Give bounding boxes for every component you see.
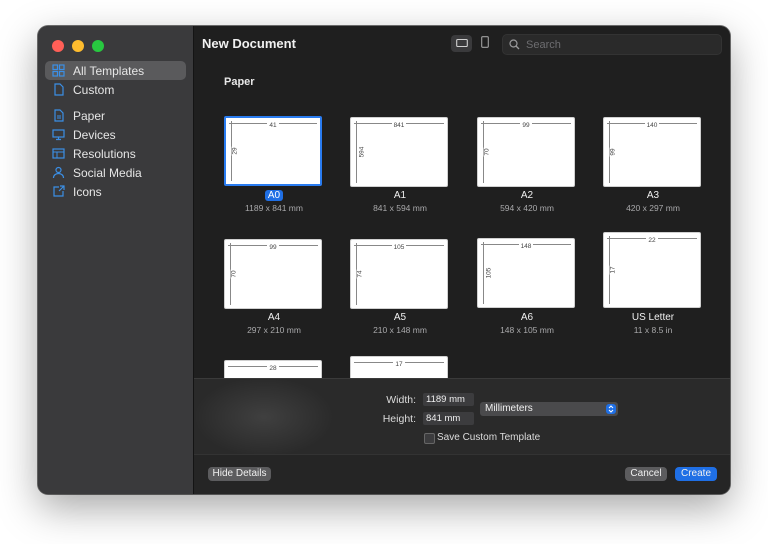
portrait-icon [480,35,490,53]
search-field[interactable]: Search [502,34,722,55]
paper-preview: 41 29 [224,116,322,186]
height-dimension: 17 [609,265,618,275]
sidebar-item-all-templates[interactable]: All Templates [45,61,186,80]
sidebar-item-label: Icons [73,184,102,199]
template-size: 594 x 420 mm [500,203,554,213]
paper-preview: 99 70 [477,117,575,187]
width-dimension: 841 [391,122,407,129]
zoom-button[interactable] [92,40,104,52]
sidebar-item-icons[interactable]: Icons [45,182,186,201]
details-panel: Width: 1189 mm Height: 841 mm Millimeter… [194,378,730,455]
width-dimension: 22 [646,237,658,244]
paper-preview: 148 105 [477,238,575,308]
search-icon [509,39,520,50]
template-name: A6 [520,312,534,323]
sidebar-list: All Templates Custom Paper Devices Resol… [45,61,186,201]
template-name: US Letter [631,312,675,323]
document-icon [52,83,65,96]
width-dimension: 17 [393,361,405,368]
section-title: Paper [224,76,255,88]
toolbar: New Document Search [194,26,730,62]
sidebar-item-label: All Templates [73,63,145,78]
template-size: 148 x 105 mm [500,325,554,335]
create-button[interactable]: Create [675,467,717,481]
template-size: 420 x 297 mm [626,203,680,213]
grid-icon [52,64,65,77]
search-placeholder: Search [526,38,561,51]
paper-preview: 140 99 [603,117,701,187]
sidebar-item-label: Custom [73,82,115,97]
cancel-button[interactable]: Cancel [625,467,667,481]
template-name: A2 [520,190,534,201]
sidebar: All Templates Custom Paper Devices Resol… [38,26,194,494]
width-dimension: 105 [391,244,407,251]
width-dimension: 28 [267,365,279,372]
paper-preview: 28 [224,360,322,378]
units-value: Millimeters [485,403,533,414]
height-dimension: 74 [356,269,365,279]
template-name: A1 [393,190,407,201]
sidebar-item-label: Social Media [73,165,142,180]
save-custom-template-label: Save Custom Template [437,432,541,443]
height-label: Height: [382,413,416,425]
sidebar-item-resolutions[interactable]: Resolutions [45,144,186,163]
width-label: Width: [386,394,416,406]
save-custom-template-checkbox[interactable] [424,433,435,444]
paper-preview: 99 70 [224,239,322,309]
sidebar-item-social-media[interactable]: Social Media [45,163,186,182]
width-dimension: 140 [644,122,660,129]
chevron-up-down-icon [606,404,616,414]
template-size: 297 x 210 mm [247,325,301,335]
template-size: 841 x 594 mm [373,203,427,213]
sidebar-item-label: Paper [73,108,106,123]
width-input[interactable]: 1189 mm [423,393,474,406]
sidebar-item-devices[interactable]: Devices [45,125,186,144]
paper-preview: 17 [350,356,448,378]
sidebar-item-paper[interactable]: Paper [45,106,186,125]
paper-preview: 22 17 [603,232,701,308]
sidebar-item-label: Resolutions [73,146,136,161]
icon-export-icon [52,185,65,198]
portrait-view-button[interactable] [474,35,495,52]
minimize-button[interactable] [72,40,84,52]
width-dimension: 41 [267,122,279,129]
height-dimension: 70 [483,147,492,157]
width-dimension: 148 [518,243,534,250]
hide-details-button[interactable]: Hide Details [208,467,271,481]
paper-preview: 105 74 [350,239,448,309]
template-name: A4 [267,312,281,323]
template-name: A5 [393,312,407,323]
template-size: 1189 x 841 mm [245,203,303,213]
landscape-icon [455,35,468,53]
monitor-icon [52,128,65,141]
sidebar-item-label: Devices [73,127,116,142]
landscape-view-button[interactable] [451,35,472,52]
main-panel: New Document Search Paper 41 29 A0 1189 … [194,26,730,494]
template-size: 11 x 8.5 in [633,325,673,335]
template-grid: Paper 41 29 A0 1189 x 841 mm 841 594 A1 … [194,62,730,378]
paper-icon [52,109,65,122]
template-name: A0 [264,190,284,201]
new-document-window: All Templates Custom Paper Devices Resol… [38,26,730,494]
paper-preview: 841 594 [350,117,448,187]
sidebar-item-custom[interactable]: Custom [45,80,186,99]
height-dimension: 29 [231,146,240,156]
width-dimension: 99 [520,122,532,129]
height-dimension: 105 [485,266,494,280]
window-title: New Document [202,36,296,51]
height-dimension: 594 [358,145,367,159]
resolution-icon [52,147,65,160]
template-size: 210 x 148 mm [373,325,427,335]
template-name: A3 [646,190,660,201]
height-dimension: 99 [609,147,618,157]
footer: Hide Details Cancel Create [194,454,730,494]
close-button[interactable] [52,40,64,52]
width-dimension: 99 [267,244,279,251]
height-input[interactable]: 841 mm [423,412,474,425]
units-select[interactable]: Millimeters [480,402,618,416]
window-controls [52,40,104,52]
height-dimension: 70 [230,269,239,279]
person-icon [52,166,65,179]
